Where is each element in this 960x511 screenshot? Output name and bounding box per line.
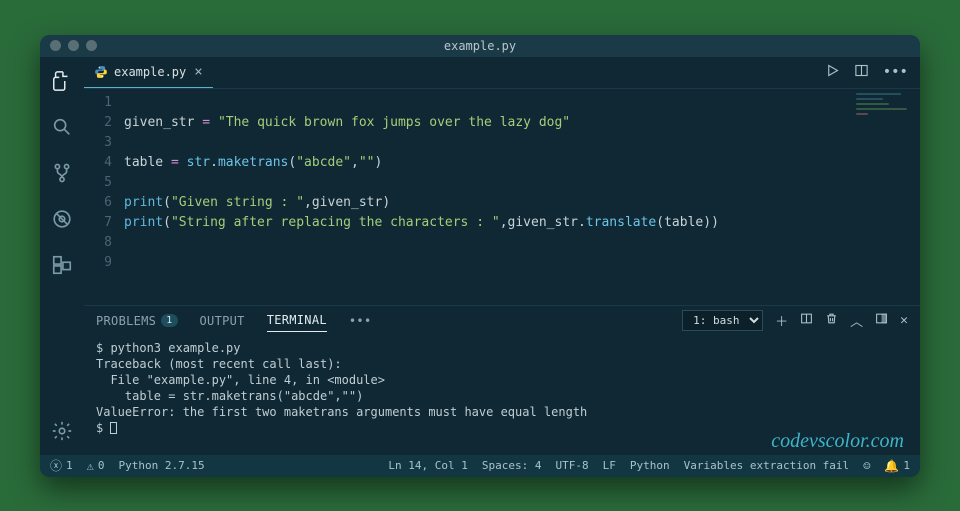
terminal-output[interactable]: $ python3 example.py Traceback (most rec… — [84, 336, 920, 455]
status-bar: ⓧ 1 ⚠ 0 Python 2.7.15 Ln 14, Col 1 Space… — [40, 455, 920, 477]
more-actions-icon[interactable]: ••• — [883, 64, 908, 80]
settings-gear-icon[interactable] — [50, 419, 74, 443]
status-notifications[interactable]: 🔔 1 — [884, 459, 910, 473]
kill-terminal-icon[interactable] — [825, 312, 838, 329]
code-content: given_str = "The quick brown fox jumps o… — [124, 89, 920, 305]
extensions-icon[interactable] — [50, 253, 74, 277]
new-terminal-icon[interactable]: ＋ — [775, 311, 788, 330]
activity-bar — [40, 57, 84, 455]
maximize-panel-icon[interactable]: ︿ — [850, 311, 863, 330]
vscode-window: example.py — [40, 35, 920, 477]
status-feedback[interactable]: ☺ — [863, 459, 870, 473]
bell-icon: 🔔 — [884, 459, 899, 473]
split-terminal-icon[interactable] — [800, 312, 813, 329]
window-title: example.py — [40, 39, 920, 53]
panel-layout-icon[interactable] — [875, 312, 888, 329]
status-indent[interactable]: Spaces: 4 — [482, 459, 542, 473]
status-extra[interactable]: Variables extraction fail — [684, 459, 850, 473]
warning-icon: ⚠ — [87, 459, 94, 473]
problems-badge: 1 — [161, 314, 177, 327]
tab-problems[interactable]: PROBLEMS 1 — [96, 314, 178, 328]
terminal-cursor — [110, 422, 117, 434]
status-errors[interactable]: ⓧ 1 — [50, 457, 73, 474]
debug-icon[interactable] — [50, 207, 74, 231]
python-file-icon — [94, 65, 108, 79]
titlebar: example.py — [40, 35, 920, 57]
split-editor-icon[interactable] — [854, 63, 869, 82]
status-language[interactable]: Python — [630, 459, 670, 473]
watermark: codevscolor.com — [771, 433, 904, 449]
status-warnings[interactable]: ⚠ 0 — [87, 459, 105, 473]
status-python-version[interactable]: Python 2.7.15 — [119, 459, 205, 472]
run-icon[interactable] — [825, 63, 840, 82]
tab-terminal[interactable]: TERMINAL — [267, 313, 327, 332]
status-cursor-pos[interactable]: Ln 14, Col 1 — [388, 459, 467, 473]
error-icon: ⓧ — [50, 457, 62, 474]
tab-output[interactable]: OUTPUT — [200, 314, 245, 328]
status-eol[interactable]: LF — [603, 459, 616, 473]
tab-bar: example.py × ••• — [84, 57, 920, 89]
explorer-icon[interactable] — [50, 69, 74, 93]
tab-close-icon[interactable]: × — [194, 64, 202, 80]
status-encoding[interactable]: UTF-8 — [555, 459, 588, 473]
editor-actions: ••• — [825, 57, 920, 88]
tab-example-py[interactable]: example.py × — [84, 57, 213, 88]
source-control-icon[interactable] — [50, 161, 74, 185]
search-icon[interactable] — [50, 115, 74, 139]
panel-more-icon[interactable]: ••• — [349, 314, 372, 328]
line-gutter: 1 2 3 4 5 6 7 8 9 — [84, 89, 124, 305]
bottom-panel: PROBLEMS 1 OUTPUT TERMINAL ••• 1: bash ＋ — [84, 305, 920, 455]
close-panel-icon[interactable]: ✕ — [900, 313, 908, 328]
smiley-icon: ☺ — [863, 459, 870, 473]
panel-tabs: PROBLEMS 1 OUTPUT TERMINAL ••• 1: bash ＋ — [84, 306, 920, 336]
terminal-shell-select[interactable]: 1: bash — [682, 310, 763, 331]
tab-label: example.py — [114, 65, 186, 79]
code-editor[interactable]: 1 2 3 4 5 6 7 8 9 given_str = "The quick… — [84, 89, 920, 305]
